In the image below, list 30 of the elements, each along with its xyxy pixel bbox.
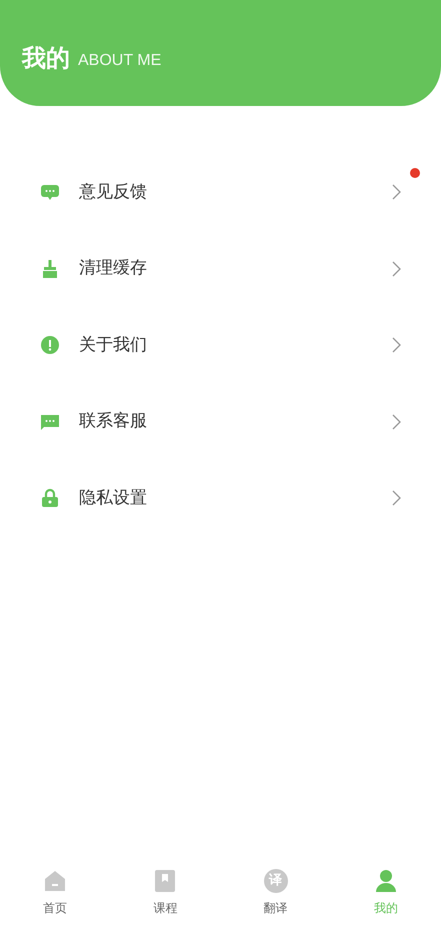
broom-icon	[40, 258, 60, 279]
menu-item[interactable]: 隐私设置	[0, 460, 441, 536]
menu-item[interactable]: 意见反馈	[0, 154, 441, 230]
menu-item[interactable]: 清理缓存	[0, 230, 441, 307]
menu-label: 意见反馈	[79, 180, 148, 204]
chevron-right-icon	[392, 490, 401, 506]
tab-bar-item[interactable]: 首页	[0, 862, 110, 924]
menu-item[interactable]: 关于我们	[0, 307, 441, 384]
chevron-right-icon	[392, 414, 401, 430]
lock-icon	[40, 488, 60, 508]
person-icon	[374, 869, 398, 893]
chevron-right-icon	[392, 260, 401, 277]
chevron-right-icon	[392, 337, 401, 354]
page-title: 我的	[22, 46, 70, 70]
menu-item[interactable]: 联系客服	[0, 384, 441, 460]
tab-label: 我的	[374, 900, 398, 917]
tab-bar-item[interactable]: 课程	[110, 862, 220, 924]
menu-label: 隐私设置	[79, 486, 148, 510]
tab-label: 翻译	[264, 900, 288, 917]
tab-label: 首页	[43, 900, 68, 917]
menu-label: 联系客服	[79, 410, 148, 433]
exclamation-icon	[40, 335, 60, 356]
book-icon	[153, 869, 178, 893]
home-icon	[43, 869, 68, 893]
chat-bubble-icon	[40, 182, 60, 202]
menu-label: 关于我们	[79, 334, 148, 356]
menu-label: 清理缓存	[79, 257, 148, 280]
page-subtitle: ABOUT ME	[78, 53, 162, 70]
tab-label: 课程	[153, 900, 178, 917]
chevron-right-icon	[392, 184, 401, 200]
